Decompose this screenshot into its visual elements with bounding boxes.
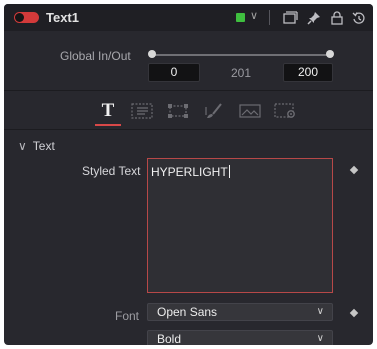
styled-text-keyframe-icon[interactable] [349, 165, 359, 175]
tab-settings[interactable] [272, 100, 300, 122]
node-header: Text1 ∨ [4, 4, 373, 31]
font-family-value: Open Sans [157, 305, 218, 319]
tab-transform[interactable] [164, 100, 192, 122]
font-style-value: Bold [157, 332, 182, 345]
lock-icon[interactable] [329, 10, 345, 26]
window-icon[interactable] [282, 10, 298, 26]
text-tool-icon: T [101, 100, 115, 121]
out-value-field[interactable]: 200 [283, 63, 333, 82]
font-keyframe-icon[interactable] [349, 308, 359, 318]
toggle-knob [15, 13, 24, 22]
chevron-down-icon: ∨ [316, 333, 324, 344]
styled-text-input[interactable]: HYPERLIGHT [147, 158, 333, 293]
font-style-select[interactable]: Bold ∨ [147, 330, 333, 345]
inspector-panel: Text1 ∨ Global In/Out 0 201 200 T ∨ Text… [4, 4, 373, 345]
node-color-swatch[interactable] [236, 13, 245, 22]
in-value-field[interactable]: 0 [148, 63, 200, 82]
layout-icon [131, 103, 153, 119]
in-point-handle[interactable] [148, 50, 156, 58]
chevron-down-icon: ∨ [316, 306, 324, 317]
pin-icon[interactable] [306, 10, 322, 26]
out-point-handle[interactable] [326, 50, 334, 58]
global-in-out-label: Global In/Out [60, 49, 131, 63]
duration-value: 201 [231, 66, 252, 80]
section-header-text[interactable]: ∨ Text [18, 139, 55, 153]
styled-text-label: Styled Text [82, 164, 141, 178]
divider [4, 90, 373, 91]
tab-layout[interactable] [128, 100, 156, 122]
tab-image[interactable] [236, 100, 264, 122]
divider [4, 129, 373, 130]
image-icon [239, 104, 261, 118]
transform-icon [168, 104, 188, 118]
brush-icon [205, 103, 222, 118]
tab-text[interactable]: T [94, 100, 122, 122]
tab-shading[interactable] [200, 100, 228, 122]
font-label: Font [115, 309, 140, 323]
settings-icon [274, 103, 295, 118]
active-tab-indicator [95, 124, 121, 126]
font-family-select[interactable]: Open Sans ∨ [147, 303, 333, 321]
node-enable-toggle[interactable] [14, 12, 39, 23]
node-title: Text1 [46, 10, 79, 25]
text-caret [228, 165, 230, 178]
section-title: Text [32, 139, 55, 153]
styled-text-value: HYPERLIGHT [151, 165, 228, 179]
color-chevron-icon[interactable]: ∨ [250, 9, 258, 22]
reset-icon[interactable] [351, 10, 367, 26]
global-in-out-slider[interactable] [153, 54, 333, 56]
chevron-down-icon: ∨ [18, 139, 27, 153]
header-separator [269, 10, 270, 25]
